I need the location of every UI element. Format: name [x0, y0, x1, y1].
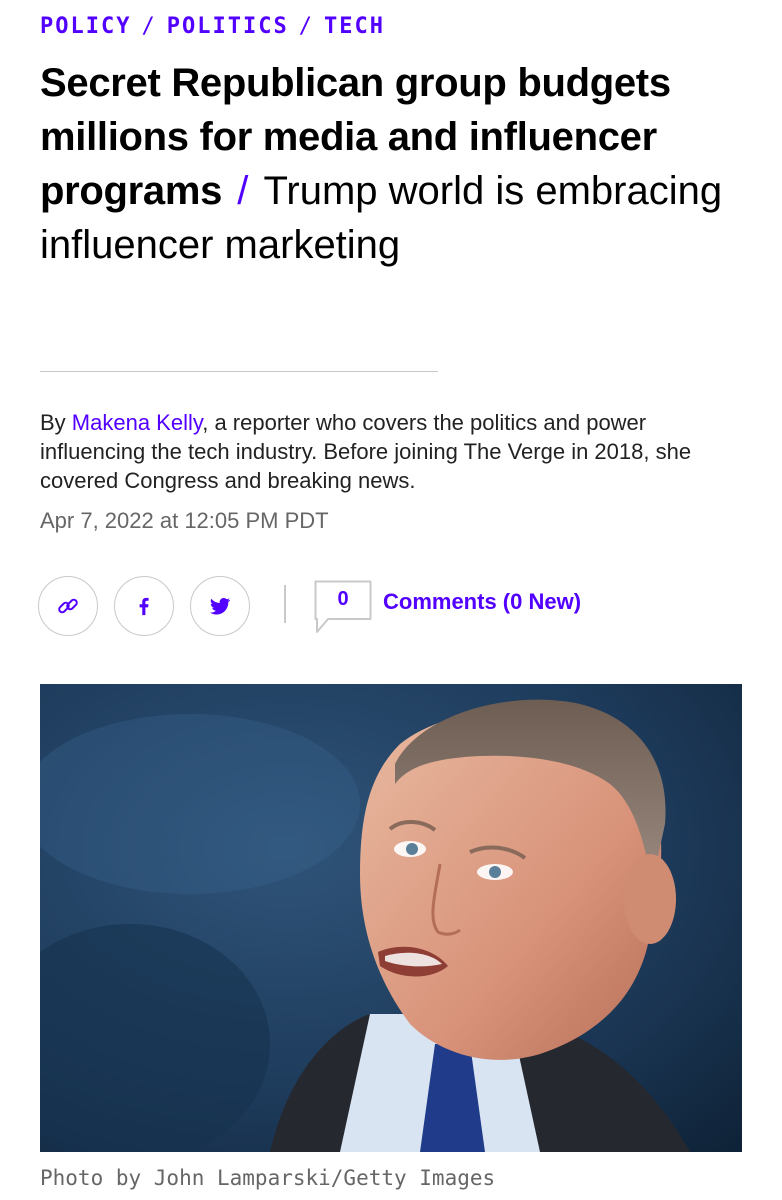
portrait-image: [40, 684, 742, 1152]
byline: By Makena Kelly, a reporter who covers t…: [40, 408, 740, 495]
share-divider: [284, 585, 286, 623]
byline-prefix: By: [40, 410, 72, 435]
publish-date: Apr 7, 2022 at 12:05 PM PDT: [40, 508, 329, 533]
breadcrumb: POLICY / POLITICS / TECH: [40, 14, 385, 39]
breadcrumb-separator: /: [141, 14, 157, 39]
breadcrumb-politics[interactable]: POLITICS: [167, 14, 289, 39]
photo-credit: Photo by John Lamparski/Getty Images: [40, 1166, 496, 1190]
breadcrumb-separator: /: [298, 14, 314, 39]
twitter-icon: [210, 597, 231, 615]
breadcrumb-tech[interactable]: TECH: [324, 14, 385, 39]
facebook-share-button[interactable]: [114, 576, 174, 636]
breadcrumb-policy[interactable]: POLICY: [40, 14, 131, 39]
twitter-share-button[interactable]: [190, 576, 250, 636]
author-link[interactable]: Makena Kelly: [72, 410, 202, 435]
divider: [40, 371, 438, 372]
facebook-icon: [139, 597, 149, 616]
copy-link-button[interactable]: [38, 576, 98, 636]
title-separator: /: [237, 169, 249, 213]
link-icon: [58, 598, 78, 614]
comments-link[interactable]: Comments (0 New): [383, 589, 581, 615]
headline: Secret Republican group budgets millions…: [40, 56, 740, 272]
comment-count[interactable]: 0: [316, 588, 370, 611]
hero-photo: [40, 684, 742, 1152]
